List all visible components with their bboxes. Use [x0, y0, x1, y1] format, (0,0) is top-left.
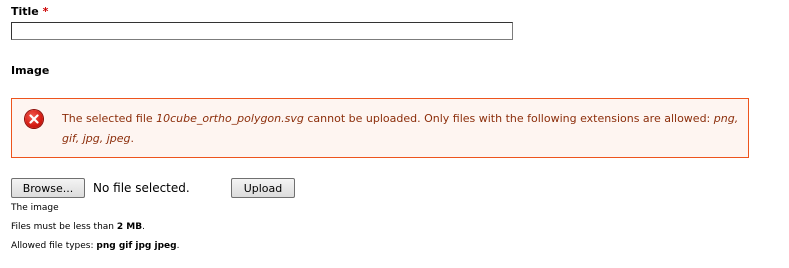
file-size-limit: Files must be less than 2 MB.	[11, 222, 145, 232]
error-text: The selected file 10cube_ortho_polygon.s…	[62, 109, 742, 149]
size-value: 2 MB	[116, 222, 143, 232]
allowed-file-types: Allowed file types: png gif jpg jpeg.	[11, 241, 179, 251]
types-value: png gif jpg jpeg	[96, 241, 177, 251]
size-prefix: Files must be less than	[11, 222, 117, 232]
image-label: Image	[11, 64, 50, 77]
error-icon	[25, 110, 43, 128]
title-input[interactable]	[11, 22, 513, 40]
title-label: Title *	[11, 5, 48, 18]
size-suffix: .	[142, 222, 145, 232]
title-label-text: Title	[11, 5, 39, 18]
file-status: No file selected.	[93, 181, 190, 195]
error-text-after: .	[130, 132, 135, 145]
types-prefix: Allowed file types:	[11, 241, 97, 251]
error-text-middle: cannot be uploaded. Only files with the …	[303, 112, 714, 125]
error-message: The selected file 10cube_ortho_polygon.s…	[11, 98, 749, 158]
types-suffix: .	[176, 241, 180, 251]
required-marker: *	[42, 5, 49, 18]
error-text-before: The selected file	[62, 112, 157, 125]
error-filename: 10cube_ortho_polygon.svg	[156, 112, 304, 125]
browse-button[interactable]: Browse...	[11, 178, 85, 198]
upload-button[interactable]: Upload	[231, 178, 295, 198]
image-description: The image	[11, 203, 59, 213]
